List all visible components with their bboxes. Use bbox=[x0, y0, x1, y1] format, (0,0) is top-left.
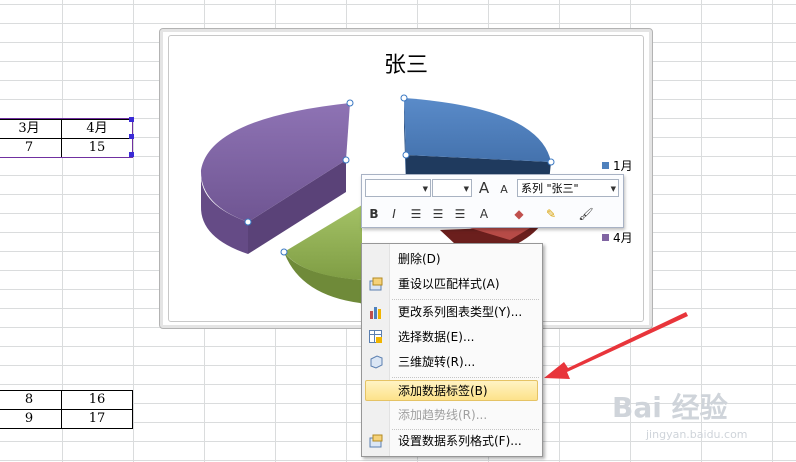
menu-item-3d-rotation[interactable]: 三维旋转(R)... bbox=[365, 352, 538, 373]
menu-item-label: 添加趋势线(R)... bbox=[398, 408, 488, 422]
slice-handle[interactable] bbox=[342, 156, 350, 164]
menu-item-label: 三维旋转(R)... bbox=[398, 355, 476, 369]
font-color-button[interactable]: A bbox=[475, 205, 493, 223]
chevron-down-icon: ▼ bbox=[422, 185, 428, 193]
menu-item-delete[interactable]: 删除(D) bbox=[365, 249, 538, 270]
menu-item-select-data[interactable]: 选择数据(E)... bbox=[365, 327, 538, 348]
menu-item-label: 设置数据系列格式(F)... bbox=[398, 434, 522, 448]
grow-font-button[interactable]: A bbox=[475, 179, 493, 197]
menu-item-label: 删除(D) bbox=[398, 252, 441, 266]
mini-toolbar: ▼ ▼ A A 系列 "张三" ▼ B I ☰ ☰ ☰ A ◆ ✎ 🖌 bbox=[361, 174, 624, 228]
menu-item-format-data-series[interactable]: 设置数据系列格式(F)... bbox=[365, 431, 538, 452]
menu-item-add-data-labels[interactable]: 添加数据标签(B) bbox=[365, 380, 538, 401]
chevron-down-icon: ▼ bbox=[463, 185, 469, 193]
menu-item-label: 重设以匹配样式(A) bbox=[398, 277, 500, 291]
select-data-icon bbox=[369, 330, 382, 343]
font-size-combo[interactable]: ▼ bbox=[432, 179, 472, 197]
annotation-arrow bbox=[544, 312, 688, 379]
chart-element-value: 系列 "张三" bbox=[521, 182, 579, 195]
pie-slice-january[interactable] bbox=[404, 98, 551, 162]
align-center-icon[interactable]: ☰ bbox=[429, 205, 447, 223]
fill-color-icon[interactable]: ◆ bbox=[510, 205, 528, 223]
watermark-url: jingyan.baidu.com bbox=[646, 428, 748, 441]
chart-element-combo[interactable]: 系列 "张三" ▼ bbox=[517, 179, 619, 197]
menu-separator bbox=[392, 299, 539, 300]
format-series-icon bbox=[369, 434, 383, 448]
slice-handle[interactable] bbox=[402, 151, 410, 159]
shrink-font-button[interactable]: A bbox=[495, 181, 513, 199]
menu-item-add-trendline[interactable]: 添加趋势线(R)... bbox=[365, 405, 538, 426]
slice-handle[interactable] bbox=[547, 158, 555, 166]
slice-handle[interactable] bbox=[280, 248, 288, 256]
align-right-icon[interactable]: ☰ bbox=[451, 205, 469, 223]
context-menu: 删除(D) 重设以匹配样式(A) 更改系列图表类型(Y)... 选择数据(E).… bbox=[361, 243, 543, 457]
menu-separator bbox=[392, 377, 539, 378]
bold-button[interactable]: B bbox=[365, 205, 383, 223]
menu-item-label: 添加数据标签(B) bbox=[398, 384, 488, 398]
menu-item-label: 选择数据(E)... bbox=[398, 330, 475, 344]
outline-color-icon[interactable]: ✎ bbox=[542, 205, 560, 223]
reset-style-icon bbox=[369, 277, 383, 291]
chevron-down-icon: ▼ bbox=[610, 185, 616, 193]
baidu-watermark: Bai 经验 bbox=[612, 391, 728, 424]
slice-handle[interactable] bbox=[244, 218, 252, 226]
slice-handle[interactable] bbox=[400, 94, 408, 102]
font-name-combo[interactable]: ▼ bbox=[365, 179, 431, 197]
menu-item-change-chart-type[interactable]: 更改系列图表类型(Y)... bbox=[365, 302, 538, 323]
menu-item-reset-style[interactable]: 重设以匹配样式(A) bbox=[365, 274, 538, 295]
pie-slice-april[interactable] bbox=[200, 103, 350, 222]
format-painter-icon[interactable]: 🖌 bbox=[577, 205, 595, 223]
menu-separator bbox=[392, 429, 539, 430]
rotate-3d-icon bbox=[370, 355, 383, 369]
chart-type-icon bbox=[370, 307, 381, 319]
slice-handle[interactable] bbox=[346, 99, 354, 107]
italic-button[interactable]: I bbox=[385, 205, 403, 223]
menu-item-label: 更改系列图表类型(Y)... bbox=[398, 305, 523, 319]
align-left-icon[interactable]: ☰ bbox=[407, 205, 425, 223]
